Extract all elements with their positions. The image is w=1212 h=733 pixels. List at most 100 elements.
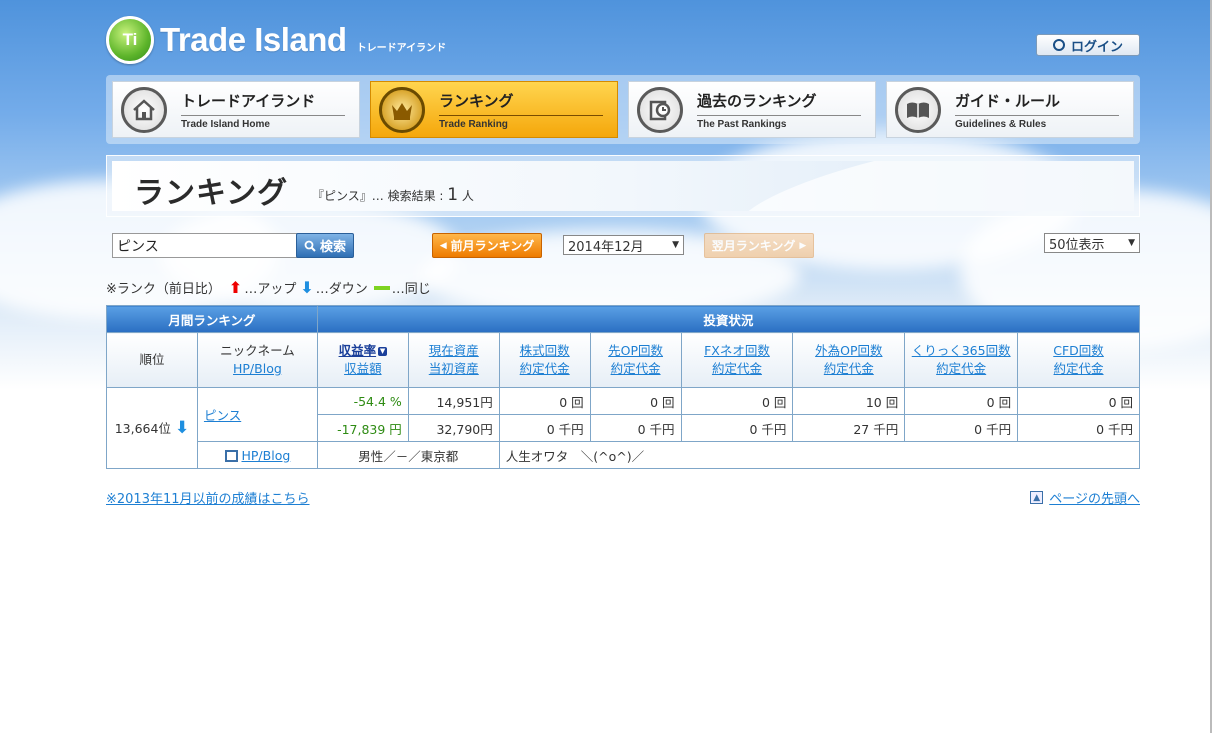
search-icon xyxy=(304,240,316,252)
sort-current-assets-link[interactable]: 現在資産 xyxy=(429,343,479,358)
ranking-table: 月間ランキング 投資状況 順位 ニックネーム HP/Blog 収益率 ▼ 収益額 … xyxy=(106,305,1141,469)
sort-fxop-amount-link[interactable]: 約定代金 xyxy=(824,361,874,376)
sort-return-rate-link[interactable]: 収益率 xyxy=(339,343,377,358)
back-to-top[interactable]: ▲ ページの先頭へ xyxy=(1030,488,1140,507)
nav-label: 過去のランキング xyxy=(697,90,861,116)
column-fx-op: 外為OP回数 約定代金 xyxy=(792,332,906,388)
arrow-up-icon: ⬆ xyxy=(228,278,243,297)
column-stocks: 株式回数 約定代金 xyxy=(498,332,591,388)
blog-cell: HP/Blog xyxy=(196,441,318,469)
triangle-right-icon: ▶ xyxy=(799,240,807,251)
column-return-rate[interactable]: 収益率 ▼ 収益額 xyxy=(316,332,409,388)
sort-fxop-count-link[interactable]: 外為OP回数 xyxy=(815,343,882,358)
sort-click365-count-link[interactable]: くりっく365回数 xyxy=(912,343,1011,358)
nickname-header-label: ニックネーム xyxy=(220,343,295,358)
stock-count-value: 0 回 xyxy=(498,387,591,415)
logo-subtext: トレードアイランド xyxy=(356,42,447,54)
sort-cfd-amount-link[interactable]: 約定代金 xyxy=(1054,361,1104,376)
column-click365: くりっく365回数 約定代金 xyxy=(904,332,1019,388)
nav-label: ガイド・ルール xyxy=(955,90,1119,116)
login-button[interactable]: ログイン xyxy=(1036,34,1140,56)
sort-desc-icon: ▼ xyxy=(378,347,388,356)
column-futures-op: 先OP回数 約定代金 xyxy=(589,332,682,388)
search-button[interactable]: 検索 xyxy=(296,233,354,258)
click365-count-value: 0 回 xyxy=(904,387,1019,415)
current-assets-value: 14,951円 xyxy=(407,387,500,415)
page-title: ランキング xyxy=(134,176,289,211)
dropdown-arrow-icon: ▼ xyxy=(672,240,679,250)
search-result-summary: 『ピンス』… 検索結果 : 1 人 xyxy=(312,185,474,205)
sort-fxneo-amount-link[interactable]: 約定代金 xyxy=(712,361,762,376)
sort-profit-link[interactable]: 収益額 xyxy=(344,361,382,376)
sort-futures-amount-link[interactable]: 約定代金 xyxy=(611,361,661,376)
nav-sublabel: The Past Rankings xyxy=(697,118,787,130)
nav-sublabel: Trade Ranking xyxy=(439,118,508,130)
table-row: 13,664位 ⬇ ピンス -54.4 % 14,951円 0 回 0 回 0 回… xyxy=(106,387,1140,469)
nickname-link[interactable]: ピンス xyxy=(204,408,241,423)
group-status-header: 投資状況 xyxy=(316,305,1141,333)
prev-month-button[interactable]: ◀ 前月ランキング xyxy=(432,233,542,258)
next-month-button[interactable]: 翌月ランキング ▶ xyxy=(704,233,814,258)
rank-cell: 13,664位 ⬇ xyxy=(106,387,198,469)
sort-futures-count-link[interactable]: 先OP回数 xyxy=(608,343,663,358)
old-results-link[interactable]: ※2013年11月以前の成績はこちら xyxy=(106,488,310,507)
sort-click365-amount-link[interactable]: 約定代金 xyxy=(936,361,986,376)
nav-item-ranking[interactable]: ランキング Trade Ranking xyxy=(370,81,618,138)
profile-cell: 男性／－／東京都 xyxy=(316,441,500,469)
blog-link[interactable]: HP/Blog xyxy=(242,448,291,463)
futures-amount-value: 0 千円 xyxy=(589,414,682,442)
nickname-cell: ピンス xyxy=(196,387,318,442)
prev-label: 前月ランキング xyxy=(450,239,535,253)
rank-legend: ※ランク（前日比） ⬆ …アップ ⬇ …ダウン …同じ xyxy=(106,278,431,297)
group-monthly-header: 月間ランキング xyxy=(106,305,318,333)
display-count-select[interactable]: 50位表示 ▼ xyxy=(1044,233,1140,253)
site-logo[interactable]: Ti Trade Island トレードアイランド xyxy=(106,16,446,64)
dropdown-arrow-icon: ▼ xyxy=(1128,238,1135,248)
sort-cfd-count-link[interactable]: CFD回数 xyxy=(1053,343,1104,358)
nav-item-guide[interactable]: ガイド・ルール Guidelines & Rules xyxy=(886,81,1134,138)
nav-item-home[interactable]: トレードアイランド Trade Island Home xyxy=(112,81,360,138)
table-row: HP/Blog 男性／－／東京都 人生オワタ ＼(^o^)／ xyxy=(107,441,1141,469)
arrow-down-icon: ⬇ xyxy=(300,278,314,297)
rank-column-header: 順位 xyxy=(106,332,198,388)
next-label: 翌月ランキング xyxy=(711,239,796,253)
nav-sublabel: Guidelines & Rules xyxy=(955,118,1047,130)
triangle-left-icon: ◀ xyxy=(439,240,447,251)
arrow-down-icon: ⬇ xyxy=(174,418,190,438)
login-label: ログイン xyxy=(1070,39,1123,55)
history-icon xyxy=(637,86,683,133)
hp-blog-header-link[interactable]: HP/Blog xyxy=(233,361,282,376)
search-label: 検索 xyxy=(319,240,346,255)
month-value: 2014年12月 xyxy=(568,239,644,255)
fxneo-count-value: 0 回 xyxy=(680,387,794,415)
sort-stock-count-link[interactable]: 株式回数 xyxy=(520,343,570,358)
nav-item-past-rankings[interactable]: 過去のランキング The Past Rankings xyxy=(628,81,876,138)
cfd-amount-value: 0 千円 xyxy=(1017,414,1140,442)
sort-fxneo-count-link[interactable]: FXネオ回数 xyxy=(704,343,770,358)
legend-up: …アップ xyxy=(244,282,297,297)
nickname-column-header: ニックネーム HP/Blog xyxy=(196,332,318,388)
stock-amount-value: 0 千円 xyxy=(498,414,591,442)
legend-same: …同じ xyxy=(391,282,431,297)
main-nav: トレードアイランド Trade Island Home ランキング Trade … xyxy=(106,75,1140,144)
column-assets: 現在資産 当初資産 xyxy=(407,332,500,388)
month-select[interactable]: 2014年12月 ▼ xyxy=(563,235,684,255)
result-count: 1 xyxy=(447,185,459,205)
legend-prefix: ※ランク（前日比） xyxy=(106,282,221,297)
nav-sublabel: Trade Island Home xyxy=(181,118,270,130)
login-ring-icon xyxy=(1052,39,1065,51)
futures-count-value: 0 回 xyxy=(589,387,682,415)
logo-badge-icon: Ti xyxy=(106,16,154,64)
sort-stock-amount-link[interactable]: 約定代金 xyxy=(520,361,570,376)
home-icon xyxy=(121,86,167,133)
to-top-link[interactable]: ページの先頭へ xyxy=(1049,488,1140,507)
comment-cell: 人生オワタ ＼(^o^)／ xyxy=(498,441,1141,469)
sort-initial-assets-link[interactable]: 当初資産 xyxy=(429,361,479,376)
legend-down: …ダウン xyxy=(315,282,368,297)
blog-window-icon xyxy=(224,450,238,462)
profit-value: -17,839 円 xyxy=(316,414,409,442)
crown-icon xyxy=(379,86,425,133)
search-input[interactable] xyxy=(112,233,298,258)
click365-amount-value: 0 千円 xyxy=(904,414,1019,442)
fxop-amount-value: 27 千円 xyxy=(792,414,906,442)
